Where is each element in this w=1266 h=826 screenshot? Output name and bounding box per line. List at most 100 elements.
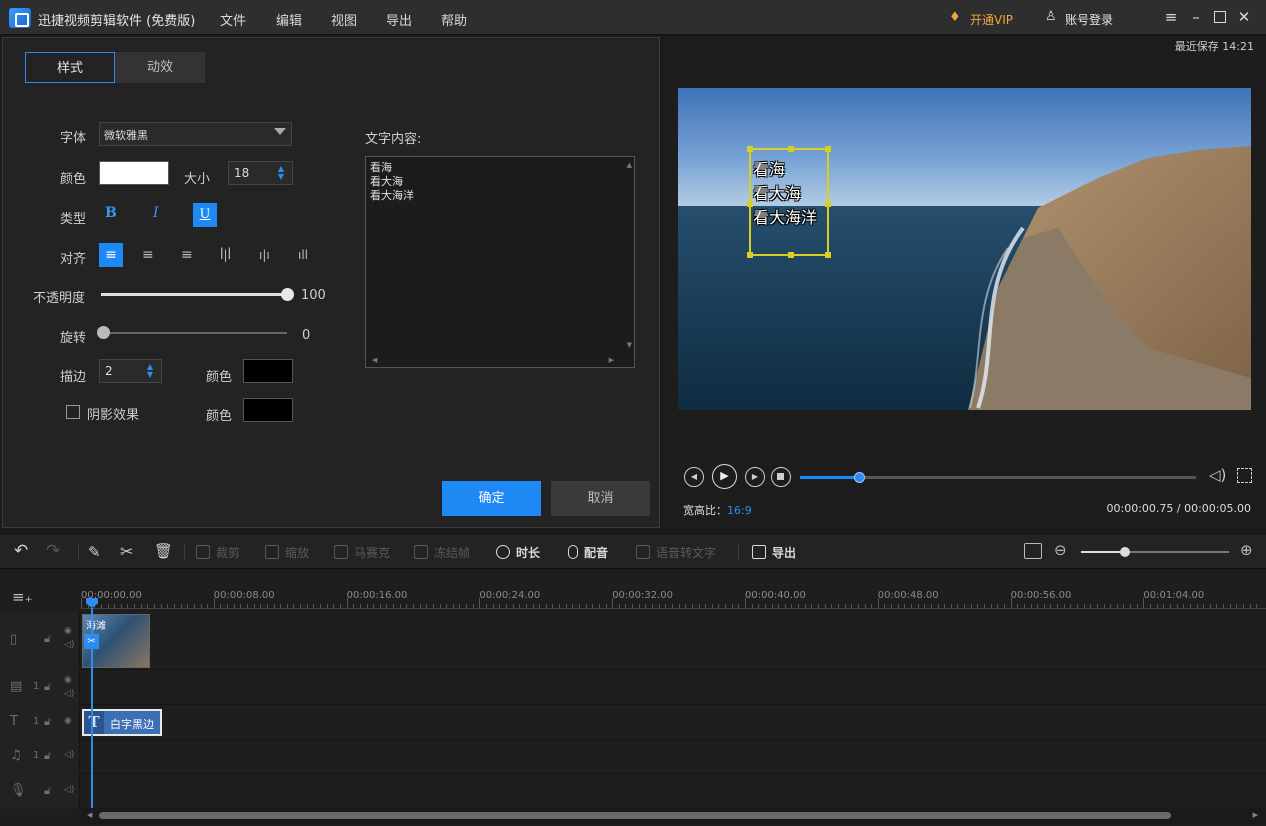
align-left-icon[interactable]: ≡ [99,243,123,267]
edit-icon[interactable]: ✎ [88,543,101,561]
stroke-color-swatch[interactable] [243,359,293,383]
timeline-scrollbar[interactable]: ◀ ▶ [81,808,1266,824]
resize-handle[interactable] [747,252,753,258]
italic-button[interactable]: I [153,205,159,221]
resize-handle[interactable] [788,146,794,152]
menu-export[interactable]: 导出 [386,10,412,29]
scroll-up-icon[interactable]: ▲ [627,161,632,169]
eye-icon[interactable]: ◉ [64,716,72,726]
split-scissors-icon[interactable]: ✂ [84,634,99,649]
volume-icon[interactable]: ◁) [1209,466,1226,484]
text-content-area[interactable]: 看海 看大海 看大海洋 ▲ ▼ ◀ ▶ [365,156,635,368]
mosaic-button[interactable]: 马赛克 [334,544,390,561]
shadow-color-swatch[interactable] [243,398,293,422]
scroll-left-icon[interactable]: ◀ [372,356,377,364]
align-middle-icon[interactable]: ı|ı [259,243,270,267]
resize-handle[interactable] [825,201,831,207]
resize-handle[interactable] [825,146,831,152]
prev-frame-icon[interactable]: ◀ [684,467,704,487]
video-preview[interactable]: 看海 看大海 看大海洋 [678,88,1251,410]
playback-progress-handle[interactable] [854,472,866,483]
align-top-icon[interactable]: ꟾ|ꟾ [220,243,231,267]
stop-icon[interactable] [771,467,791,487]
next-frame-icon[interactable]: ▶ [745,467,765,487]
fit-timeline-icon[interactable] [1024,543,1042,559]
speech-to-text-button[interactable]: 语音转文字 [636,544,716,561]
rotate-slider-handle[interactable] [97,326,110,339]
resize-handle[interactable] [747,201,753,207]
playback-progress-bar[interactable] [800,472,1196,483]
aspect-ratio[interactable]: 宽高比：16:9 [683,502,752,518]
align-bottom-icon[interactable]: ıll [298,243,308,267]
speaker-icon[interactable]: ◁) [64,785,74,795]
lock-icon[interactable]: 🔓︎ [44,632,51,646]
font-color-swatch[interactable] [99,161,169,185]
ruler-tick [904,604,906,608]
scroll-right-icon[interactable]: ▶ [1253,811,1258,819]
time-ruler[interactable]: 00:00:00.00 00:00:08.00 00:00:16.00 00:00:2… [81,570,1266,612]
add-track-icon[interactable]: ≡₊ [12,588,33,606]
crop-button[interactable]: 裁剪 [196,544,240,561]
tab-animation[interactable]: 动效 [115,52,205,83]
eye-icon[interactable]: ◉ [64,675,72,685]
speaker-icon[interactable]: ◁) [64,640,74,650]
export-button[interactable]: 导出 [752,544,796,561]
tab-style[interactable]: 样式 [25,52,115,83]
speaker-icon[interactable]: ◁) [64,689,74,699]
stepper-arrows-icon[interactable]: ▲ ▼ [147,363,153,379]
menu-view[interactable]: 视图 [331,10,357,29]
resize-handle[interactable] [788,252,794,258]
scroll-right-icon[interactable]: ▶ [609,356,614,364]
timeline-scroll-thumb[interactable] [99,812,1171,819]
menu-edit[interactable]: 编辑 [276,10,302,29]
eye-icon[interactable]: ◉ [64,626,72,636]
timeline-zoom-slider[interactable] [1081,547,1229,557]
underline-button[interactable]: U [193,203,217,227]
close-icon[interactable]: ✕ [1236,9,1252,25]
text-clip[interactable]: T 白字黑边 [82,709,162,736]
rotate-slider[interactable] [97,326,287,339]
scissors-icon[interactable]: ✂ [120,542,133,561]
undo-icon[interactable]: ↶ [14,541,28,561]
timeline-zoom-handle[interactable] [1120,547,1130,557]
scroll-down-icon[interactable]: ▼ [627,341,632,349]
lock-icon[interactable]: 🔓︎ [44,715,51,729]
opacity-slider[interactable] [101,288,294,301]
font-select[interactable]: 微软雅黑 [99,122,292,146]
play-icon[interactable]: ▶ [712,464,737,489]
duration-button[interactable]: 时长 [496,544,540,561]
stroke-stepper[interactable]: 2 ▲ ▼ [99,359,162,383]
lock-icon[interactable]: 🔓︎ [44,784,51,798]
shadow-checkbox[interactable] [66,405,80,419]
resize-handle[interactable] [747,146,753,152]
menu-file[interactable]: 文件 [220,10,246,29]
vip-link[interactable]: 开通VIP [970,11,1013,28]
bold-button[interactable]: B [105,205,117,221]
fullscreen-icon[interactable] [1237,468,1252,483]
dub-button[interactable]: 配音 [568,544,608,561]
text-selection-box[interactable]: 看海 看大海 看大海洋 [747,146,831,258]
size-stepper[interactable]: 18 ▲ ▼ [228,161,293,185]
lock-icon[interactable]: 🔓︎ [44,749,51,763]
maximize-icon[interactable] [1214,11,1226,23]
zoom-button[interactable]: 缩放 [265,544,309,561]
opacity-slider-handle[interactable] [281,288,294,301]
confirm-button[interactable]: 确定 [442,481,541,516]
resize-handle[interactable] [825,252,831,258]
delete-icon[interactable]: 🗑 [154,542,173,560]
redo-icon[interactable]: ↷ [46,541,60,561]
zoom-in-icon[interactable]: ⊕ [1240,541,1253,559]
minimize-icon[interactable]: – [1188,9,1204,25]
scroll-left-icon[interactable]: ◀ [87,811,92,819]
cancel-button[interactable]: 取消 [551,481,650,516]
lock-icon[interactable]: 🔓︎ [44,680,51,694]
menu-icon[interactable]: ≡ [1163,9,1179,25]
stepper-arrows-icon[interactable]: ▲ ▼ [278,165,284,181]
speaker-icon[interactable]: ◁) [64,750,74,760]
menu-help[interactable]: 帮助 [441,10,467,29]
align-center-icon[interactable]: ≡ [142,243,154,267]
zoom-out-icon[interactable]: ⊖ [1054,541,1067,559]
login-link[interactable]: 账号登录 [1065,11,1113,28]
freeze-frame-button[interactable]: 冻结帧 [414,544,470,561]
align-right-icon[interactable]: ≡ [181,243,193,267]
